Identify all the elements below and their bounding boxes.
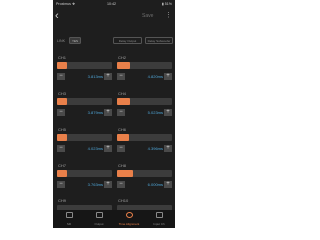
channel-label: CH4 xyxy=(118,91,127,96)
minus-icon[interactable]: − xyxy=(117,73,125,80)
delay-slider[interactable] xyxy=(117,98,172,105)
minus-icon[interactable]: − xyxy=(57,181,65,188)
link-toggle[interactable]: YES xyxy=(69,37,81,44)
delay-slider-fill[interactable] xyxy=(57,62,67,69)
delay-slider-fill[interactable] xyxy=(57,170,67,177)
channel-label: CH2 xyxy=(118,55,127,60)
delay-value: 4.023ms xyxy=(87,146,103,151)
carrier-label: Proximus ❖ xyxy=(56,1,76,6)
channel-label: CH9 xyxy=(58,198,67,203)
delay-value: 3.813ms xyxy=(87,74,103,79)
delay-value: 3.763ms xyxy=(87,182,103,187)
channel-label: CH10 xyxy=(118,198,129,203)
delay-value: 5.023ms xyxy=(147,110,163,115)
channel-label: CH1 xyxy=(58,55,67,60)
delay-slider-fill[interactable] xyxy=(117,134,129,141)
save-button[interactable]: Save xyxy=(142,13,153,19)
minus-icon[interactable]: − xyxy=(117,181,125,188)
delay-value: 4.396ms xyxy=(147,146,163,151)
channel-ch5: CH5 − 4.023ms + xyxy=(57,127,113,157)
channel-label: CH3 xyxy=(58,91,67,96)
delay-subwoofer-button[interactable]: Delay Subwoofer xyxy=(145,37,173,44)
channel-label: CH8 xyxy=(118,163,127,168)
channel-ch1: CH1 − 3.813ms + xyxy=(57,55,113,85)
plus-icon[interactable]: + xyxy=(164,145,172,152)
channel-ch8: CH8 − 6.000ms + xyxy=(117,163,173,193)
clock-label: 10:42 xyxy=(107,1,116,6)
plus-icon[interactable]: + xyxy=(104,181,112,188)
plus-icon[interactable]: + xyxy=(104,109,112,116)
minus-icon[interactable]: − xyxy=(57,145,65,152)
delay-slider[interactable] xyxy=(57,134,112,141)
chevron-left-icon[interactable]: ‹ xyxy=(55,10,59,22)
delay-slider[interactable] xyxy=(57,62,112,69)
battery-label: ▮ 51% xyxy=(161,1,172,6)
more-vertical-icon[interactable]: ⋮ xyxy=(165,12,172,20)
channel-ch4: CH4 − 5.023ms + xyxy=(117,91,173,121)
minus-icon[interactable]: − xyxy=(117,109,125,116)
delay-output-button[interactable]: Delay Output xyxy=(113,37,142,44)
channel-ch3: CH3 − 3.879ms + xyxy=(57,91,113,121)
channel-ch2: CH2 − 4.820ms + xyxy=(117,55,173,85)
plus-icon[interactable]: + xyxy=(104,145,112,152)
channel-ch7: CH7 − 3.763ms + xyxy=(57,163,113,193)
tab-label: Time Alignment xyxy=(118,222,140,226)
plus-icon[interactable]: + xyxy=(164,73,172,80)
nav-bar: ‹ Save ⋮ xyxy=(53,9,175,24)
tab-time-alignment[interactable]: Time Alignment xyxy=(114,210,144,228)
grid-icon xyxy=(96,212,103,218)
channel-ch6: CH6 − 4.396ms + xyxy=(117,127,173,157)
delay-slider[interactable] xyxy=(117,134,172,141)
speaker-icon xyxy=(66,212,73,218)
app-window: Proximus ❖ 10:42 ▮ 51% ‹ Save ⋮ LINK YES… xyxy=(53,0,175,228)
link-label: LINK xyxy=(57,39,65,43)
input-icon xyxy=(156,212,163,218)
plus-icon[interactable]: + xyxy=(164,109,172,116)
link-row: LINK YES Delay Output Delay Subwoofer xyxy=(53,37,175,45)
channel-label: CH5 xyxy=(58,127,67,132)
delay-slider-fill[interactable] xyxy=(57,134,68,141)
tab-input-ch[interactable]: Input Ch xyxy=(144,210,174,228)
delay-slider-fill[interactable] xyxy=(117,170,133,177)
delay-slider[interactable] xyxy=(117,62,172,69)
tab-label: Output xyxy=(94,222,104,226)
channel-label: CH7 xyxy=(58,163,67,168)
tab-label: SR xyxy=(66,222,72,226)
minus-icon[interactable]: − xyxy=(57,109,65,116)
channel-label: CH6 xyxy=(118,127,127,132)
tab-sr[interactable]: SR xyxy=(54,210,84,228)
plus-icon[interactable]: + xyxy=(104,73,112,80)
delay-slider-fill[interactable] xyxy=(57,98,68,105)
plus-icon[interactable]: + xyxy=(164,181,172,188)
delay-slider-fill[interactable] xyxy=(117,98,131,105)
delay-slider[interactable] xyxy=(57,98,112,105)
minus-icon[interactable]: − xyxy=(57,73,65,80)
tab-label: Input Ch xyxy=(153,222,165,226)
delay-value: 4.820ms xyxy=(147,74,163,79)
delay-slider[interactable] xyxy=(57,170,112,177)
delay-slider-fill[interactable] xyxy=(117,62,130,69)
delay-value: 3.879ms xyxy=(87,110,103,115)
minus-icon[interactable]: − xyxy=(117,145,125,152)
clock-icon xyxy=(126,212,133,218)
tab-bar: SR Output Time Alignment Input Ch xyxy=(53,210,175,228)
status-bar: Proximus ❖ 10:42 ▮ 51% xyxy=(53,0,175,7)
delay-slider[interactable] xyxy=(117,170,172,177)
tab-output[interactable]: Output xyxy=(84,210,114,228)
delay-value: 6.000ms xyxy=(147,182,163,187)
